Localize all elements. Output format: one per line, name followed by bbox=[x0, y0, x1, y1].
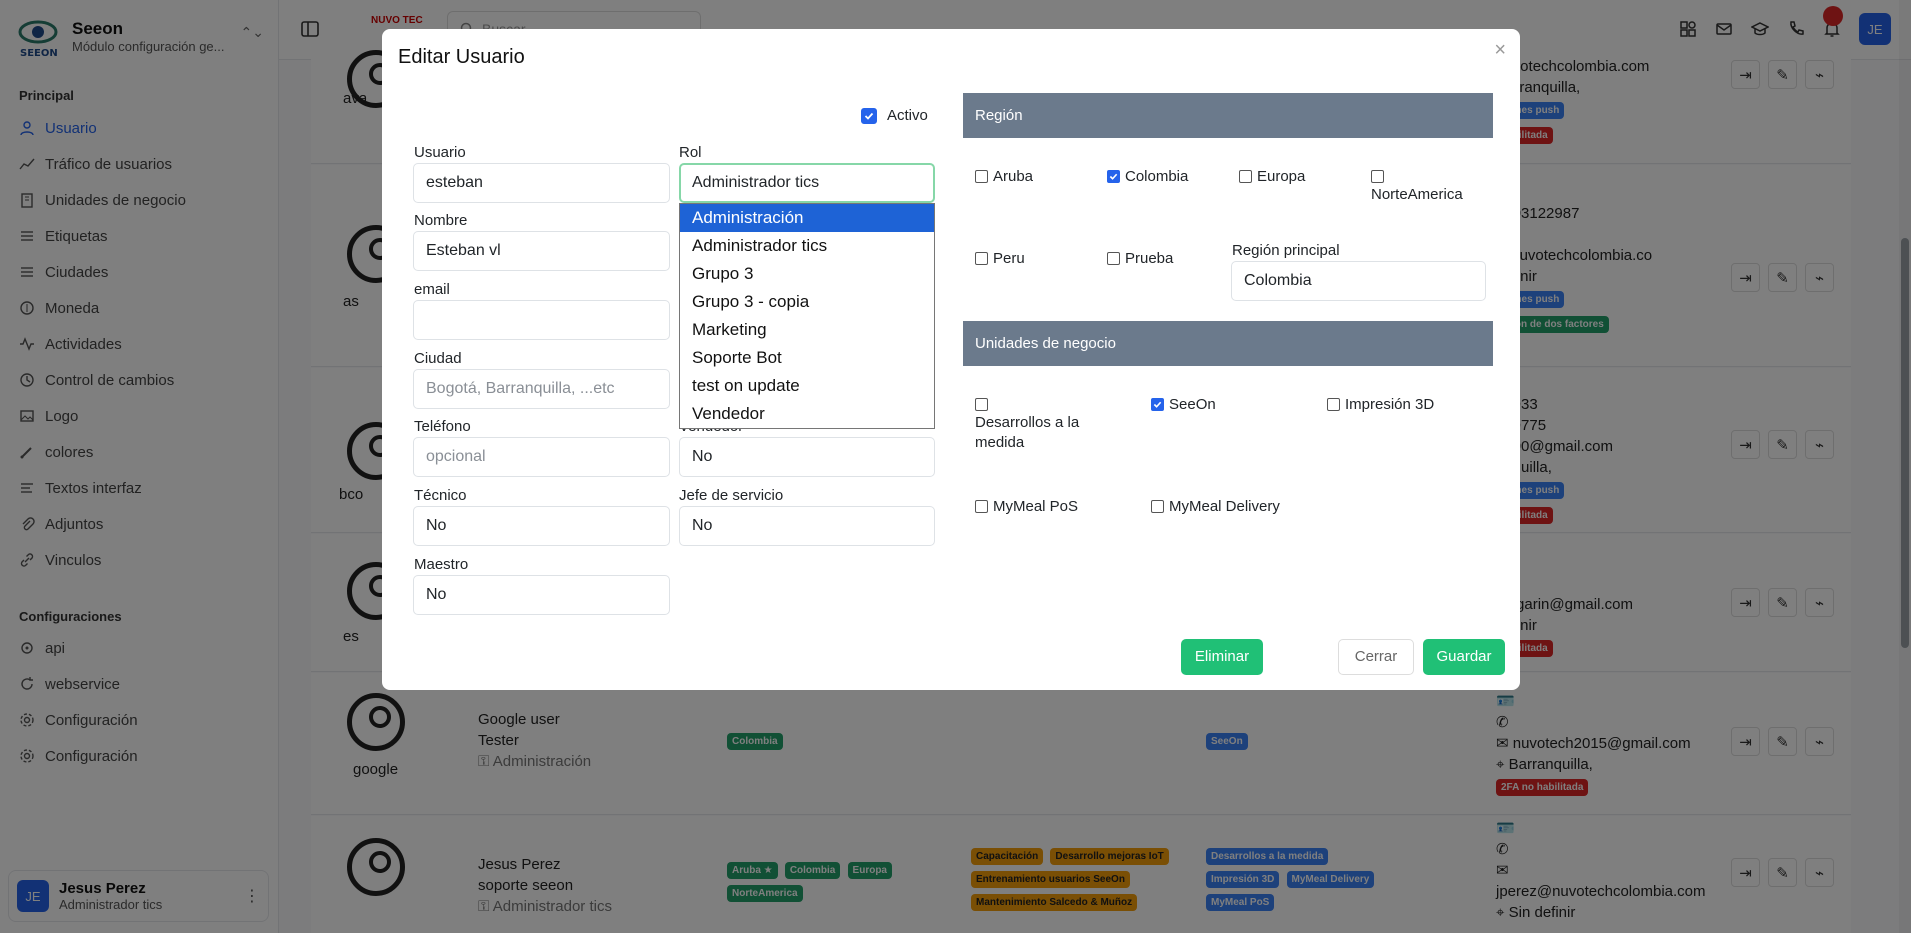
rol-label: Rol bbox=[679, 144, 702, 161]
checkbox-colombia[interactable]: Colombia bbox=[1107, 167, 1188, 187]
email-label: email bbox=[414, 281, 450, 298]
checkbox-label: MyMeal PoS bbox=[993, 498, 1079, 515]
nombre-input[interactable]: Esteban vl bbox=[413, 231, 670, 271]
rol-option[interactable]: Administración bbox=[680, 204, 934, 232]
active-checkbox[interactable]: Activo bbox=[861, 106, 928, 126]
maestro-select[interactable]: No bbox=[413, 575, 670, 615]
maestro-label: Maestro bbox=[414, 556, 469, 573]
checkbox-mymeal-delivery[interactable]: MyMeal Delivery bbox=[1151, 497, 1280, 517]
checkbox-box bbox=[975, 398, 988, 411]
rol-option[interactable]: Administrador tics bbox=[680, 232, 934, 260]
checkbox-box bbox=[1371, 170, 1384, 183]
checkbox-label: Colombia bbox=[1125, 168, 1189, 185]
checkbox-box bbox=[975, 252, 988, 265]
checkbox-prueba[interactable]: Prueba bbox=[1107, 249, 1173, 269]
region-panel-header: Región bbox=[963, 93, 1493, 138]
modal-title: Editar Usuario bbox=[398, 46, 525, 68]
vendedor-select[interactable]: No bbox=[679, 437, 935, 477]
rol-option[interactable]: Soporte Bot bbox=[680, 344, 934, 372]
checkbox-desarrollos-a-la-medida[interactable]: Desarrollos a la medida bbox=[975, 395, 1085, 453]
tecnico-select[interactable]: No bbox=[413, 506, 670, 546]
checkbox-impresión-3d[interactable]: Impresión 3D bbox=[1327, 395, 1434, 415]
tecnico-label: Técnico bbox=[414, 487, 467, 504]
edit-user-modal: Editar Usuario × Activo Usuario esteban … bbox=[382, 29, 1520, 690]
rol-option[interactable]: Marketing bbox=[680, 316, 934, 344]
checkbox-aruba[interactable]: Aruba bbox=[975, 167, 1033, 187]
checkbox-box bbox=[975, 170, 988, 183]
telefono-label: Teléfono bbox=[414, 418, 471, 435]
checkbox-label: Prueba bbox=[1125, 250, 1174, 267]
close-icon[interactable]: × bbox=[1494, 39, 1506, 62]
units-panel-header: Unidades de negocio bbox=[963, 321, 1493, 366]
delete-button[interactable]: Eliminar bbox=[1181, 639, 1263, 675]
checkbox-label: Peru bbox=[993, 250, 1025, 267]
rol-option[interactable]: Grupo 3 bbox=[680, 260, 934, 288]
checkbox-box bbox=[975, 500, 988, 513]
region-principal-select[interactable]: Colombia bbox=[1231, 261, 1486, 301]
checkbox-seeon[interactable]: SeeOn bbox=[1151, 395, 1216, 415]
checkbox-box bbox=[1151, 500, 1164, 513]
checkbox-box bbox=[1107, 252, 1120, 265]
checkbox-box bbox=[1239, 170, 1252, 183]
email-input[interactable] bbox=[413, 300, 670, 340]
checkbox-norteamerica[interactable]: NorteAmerica bbox=[1371, 167, 1481, 205]
checkbox-box bbox=[1327, 398, 1340, 411]
nombre-label: Nombre bbox=[414, 212, 468, 229]
rol-dropdown-list[interactable]: Administración Administrador tics Grupo 3G… bbox=[679, 203, 935, 429]
jefe-servicio-label: Jefe de servicio bbox=[679, 487, 784, 504]
checkbox-label: SeeOn bbox=[1169, 396, 1216, 413]
rol-select[interactable]: Administrador tics bbox=[679, 163, 935, 203]
save-button[interactable]: Guardar bbox=[1423, 639, 1505, 675]
checkbox-europa[interactable]: Europa bbox=[1239, 167, 1305, 187]
checkbox-label: Aruba bbox=[993, 168, 1034, 185]
ciudad-input[interactable]: Bogotá, Barranquilla, ...etc bbox=[413, 369, 670, 409]
close-button[interactable]: Cerrar bbox=[1338, 639, 1414, 675]
checkbox-peru[interactable]: Peru bbox=[975, 249, 1025, 269]
checkbox-label: Desarrollos a la medida bbox=[975, 414, 1080, 451]
rol-option[interactable]: Vendedor bbox=[680, 400, 934, 428]
usuario-label: Usuario bbox=[414, 144, 466, 161]
telefono-input[interactable]: opcional bbox=[413, 437, 670, 477]
check-icon bbox=[861, 108, 877, 124]
checkbox-label: MyMeal Delivery bbox=[1169, 498, 1280, 515]
checkbox-label: NorteAmerica bbox=[1371, 186, 1463, 203]
check-icon bbox=[1151, 398, 1164, 411]
active-label: Activo bbox=[887, 107, 928, 124]
ciudad-label: Ciudad bbox=[414, 350, 462, 367]
checkbox-mymeal-pos[interactable]: MyMeal PoS bbox=[975, 497, 1078, 517]
region-principal-label: Región principal bbox=[1232, 242, 1340, 259]
jefe-servicio-select[interactable]: No bbox=[679, 506, 935, 546]
rol-option[interactable]: Grupo 3 - copia bbox=[680, 288, 934, 316]
checkbox-label: Europa bbox=[1257, 168, 1306, 185]
rol-option[interactable]: test on update bbox=[680, 372, 934, 400]
usuario-input[interactable]: esteban bbox=[413, 163, 670, 203]
check-icon bbox=[1107, 170, 1120, 183]
checkbox-label: Impresión 3D bbox=[1345, 396, 1435, 413]
